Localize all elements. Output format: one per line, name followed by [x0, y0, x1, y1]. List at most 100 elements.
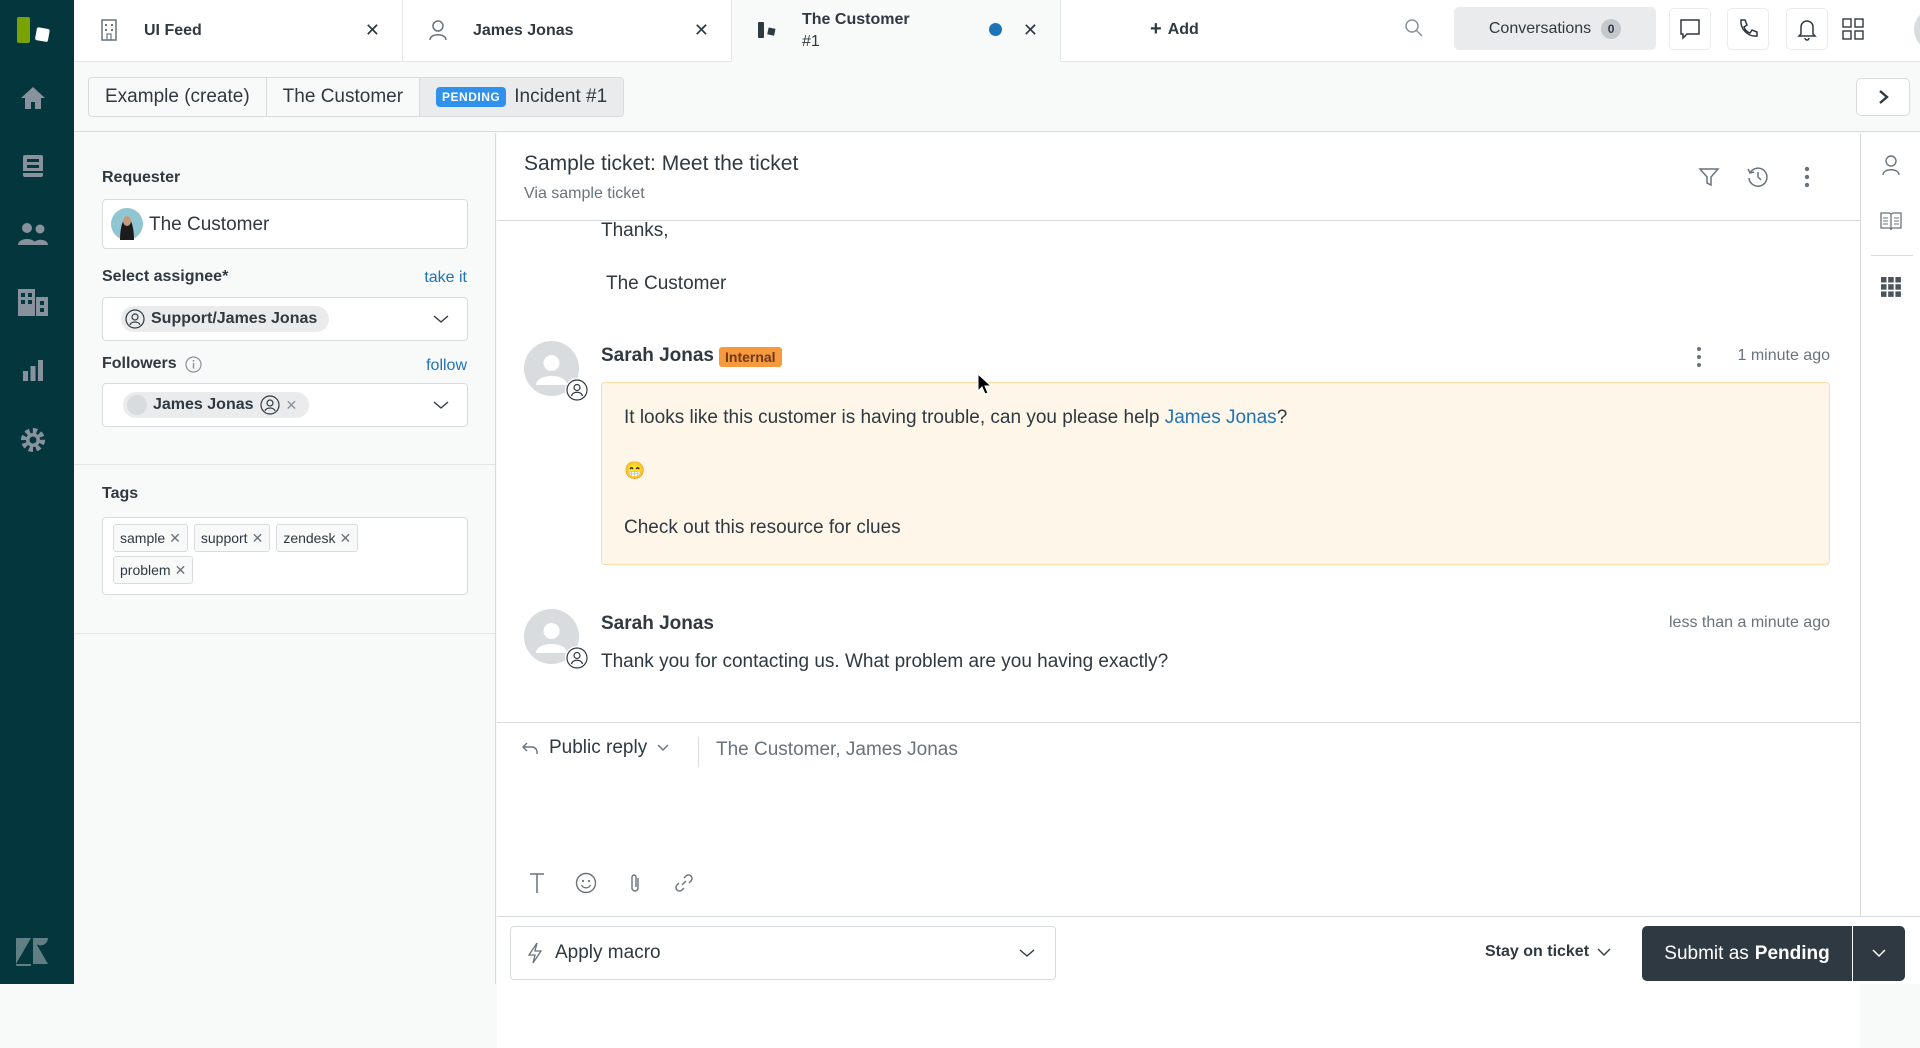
- home-icon: [21, 87, 45, 109]
- filter-icon: [1698, 168, 1720, 187]
- remove-follower-icon[interactable]: ✕: [286, 397, 298, 414]
- recipients-field[interactable]: The Customer, James Jonas: [716, 739, 958, 761]
- info-icon[interactable]: [185, 355, 202, 373]
- message-menu-icon[interactable]: [1696, 346, 1702, 368]
- attach-button[interactable]: [623, 869, 647, 897]
- after-submit-select[interactable]: Stay on ticket: [1485, 943, 1611, 961]
- nav-home[interactable]: [17, 82, 49, 114]
- zendesk-product-logo[interactable]: [14, 14, 54, 48]
- take-it-link[interactable]: take it: [424, 269, 467, 287]
- macro-label: Apply macro: [555, 942, 661, 963]
- apply-macro-select[interactable]: Apply macro: [510, 926, 1056, 980]
- knowledge-button[interactable]: [1879, 209, 1903, 233]
- remove-tag-icon[interactable]: ✕: [169, 530, 181, 547]
- requester-field[interactable]: The Customer: [102, 199, 468, 249]
- tag-label: support: [200, 530, 248, 546]
- filter-button[interactable]: [1695, 163, 1723, 191]
- assignee-select[interactable]: Support/James Jonas: [102, 297, 468, 341]
- tab-label: James Jonas: [473, 22, 574, 39]
- link-button[interactable]: [672, 869, 696, 897]
- avatar[interactable]: [524, 341, 589, 402]
- nav-admin[interactable]: [17, 424, 49, 456]
- tag-label: problem: [120, 562, 171, 578]
- tag-label: zendesk: [283, 530, 336, 546]
- submit-options-button[interactable]: [1853, 926, 1905, 981]
- ticket-title[interactable]: Sample ticket: Meet the ticket: [524, 152, 798, 176]
- history-icon: [1747, 167, 1768, 187]
- tab-james-jonas[interactable]: James Jonas ✕: [403, 0, 732, 62]
- ticket-header: Sample ticket: Meet the ticket Via sampl…: [497, 133, 1860, 221]
- customer-context-button[interactable]: [1879, 153, 1903, 177]
- close-tab-button[interactable]: ✕: [1023, 20, 1038, 41]
- followers-select[interactable]: James Jonas ✕: [102, 383, 468, 427]
- mouse-cursor-icon: [977, 373, 993, 395]
- message-author[interactable]: Sarah Jonas: [601, 613, 714, 635]
- follow-link[interactable]: follow: [426, 357, 467, 375]
- apps-panel-button[interactable]: [1879, 275, 1903, 299]
- user-icon: [427, 18, 449, 42]
- ticket-main: Sample ticket: Meet the ticket Via sampl…: [497, 133, 1860, 1048]
- nav-organizations[interactable]: [17, 286, 49, 318]
- requester-value: The Customer: [149, 214, 270, 235]
- message-timestamp: less than a minute ago: [1669, 614, 1830, 631]
- message-author[interactable]: Sarah Jonas: [601, 345, 714, 367]
- tags-field[interactable]: sample ✕ support ✕ zendesk ✕ problem ✕: [102, 517, 468, 595]
- conversations-label: Conversations: [1488, 19, 1592, 37]
- notifications-button[interactable]: [1786, 8, 1828, 50]
- close-tab-button[interactable]: ✕: [694, 20, 709, 41]
- breadcrumb-item-organization[interactable]: Example (create): [89, 78, 267, 116]
- book-icon: [1880, 212, 1902, 231]
- close-tab-button[interactable]: ✕: [365, 20, 380, 41]
- phone-button[interactable]: [1727, 8, 1769, 50]
- add-tab-button[interactable]: + Add: [1150, 18, 1199, 41]
- follower-name: James Jonas: [153, 396, 254, 413]
- divider: [74, 464, 495, 465]
- chat-button[interactable]: [1669, 8, 1711, 50]
- more-vertical-icon: [1804, 166, 1810, 188]
- resource-link[interactable]: Check out this resource for clues: [624, 517, 901, 539]
- tag-label: sample: [120, 530, 166, 546]
- remove-tag-icon[interactable]: ✕: [252, 530, 264, 547]
- avatar[interactable]: [524, 609, 589, 670]
- lightning-icon: [527, 942, 543, 964]
- breadcrumb-item-ticket[interactable]: PENDING Incident #1: [420, 78, 624, 116]
- nav-views[interactable]: [17, 150, 49, 182]
- user-avatar[interactable]: [1914, 8, 1920, 51]
- status-badge: PENDING: [436, 87, 507, 107]
- mention-link[interactable]: James Jonas: [1165, 407, 1277, 428]
- stay-label: Stay on ticket: [1485, 943, 1590, 960]
- conversations-button[interactable]: Conversations 0: [1454, 7, 1656, 50]
- search-icon[interactable]: [1404, 18, 1424, 43]
- reply-textarea[interactable]: [497, 783, 1860, 863]
- chevron-down-icon: [1597, 948, 1611, 956]
- gear-icon: [21, 428, 45, 452]
- chevron-down-icon: [1019, 949, 1035, 957]
- submit-prefix: Submit as: [1664, 942, 1749, 964]
- chevron-down-icon: [433, 315, 449, 323]
- apps-grid-icon: [1881, 277, 1901, 297]
- text-format-button[interactable]: [525, 869, 549, 897]
- more-options-button[interactable]: [1793, 163, 1821, 191]
- requester-label: Requester: [102, 169, 181, 186]
- user-circle-icon: [125, 309, 145, 329]
- history-button[interactable]: [1744, 163, 1772, 191]
- submit-button[interactable]: Submit as Pending: [1642, 926, 1852, 981]
- nav-customers[interactable]: [17, 218, 49, 250]
- tab-ui-feed[interactable]: UI Feed ✕: [74, 0, 403, 62]
- tab-the-customer[interactable]: The Customer #1 ✕: [732, 0, 1061, 62]
- tab-label: UI Feed: [144, 22, 202, 39]
- breadcrumb-item-requester[interactable]: The Customer: [267, 78, 421, 116]
- unsaved-indicator: [989, 23, 1002, 36]
- reply-type-select[interactable]: Public reply: [521, 737, 669, 759]
- ticket-properties-panel: Requester The Customer Select assignee* …: [74, 133, 496, 984]
- remove-tag-icon[interactable]: ✕: [339, 530, 351, 547]
- nav-reporting[interactable]: [17, 354, 49, 386]
- apps-button[interactable]: [1842, 18, 1864, 45]
- reply-type-label: Public reply: [549, 737, 648, 758]
- emoji-button[interactable]: [574, 869, 598, 897]
- next-button[interactable]: [1856, 78, 1910, 116]
- requester-avatar: [111, 208, 143, 240]
- assignee-chip: Support/James Jonas: [121, 306, 330, 332]
- remove-tag-icon[interactable]: ✕: [175, 562, 187, 579]
- user-icon: [1914, 8, 1920, 51]
